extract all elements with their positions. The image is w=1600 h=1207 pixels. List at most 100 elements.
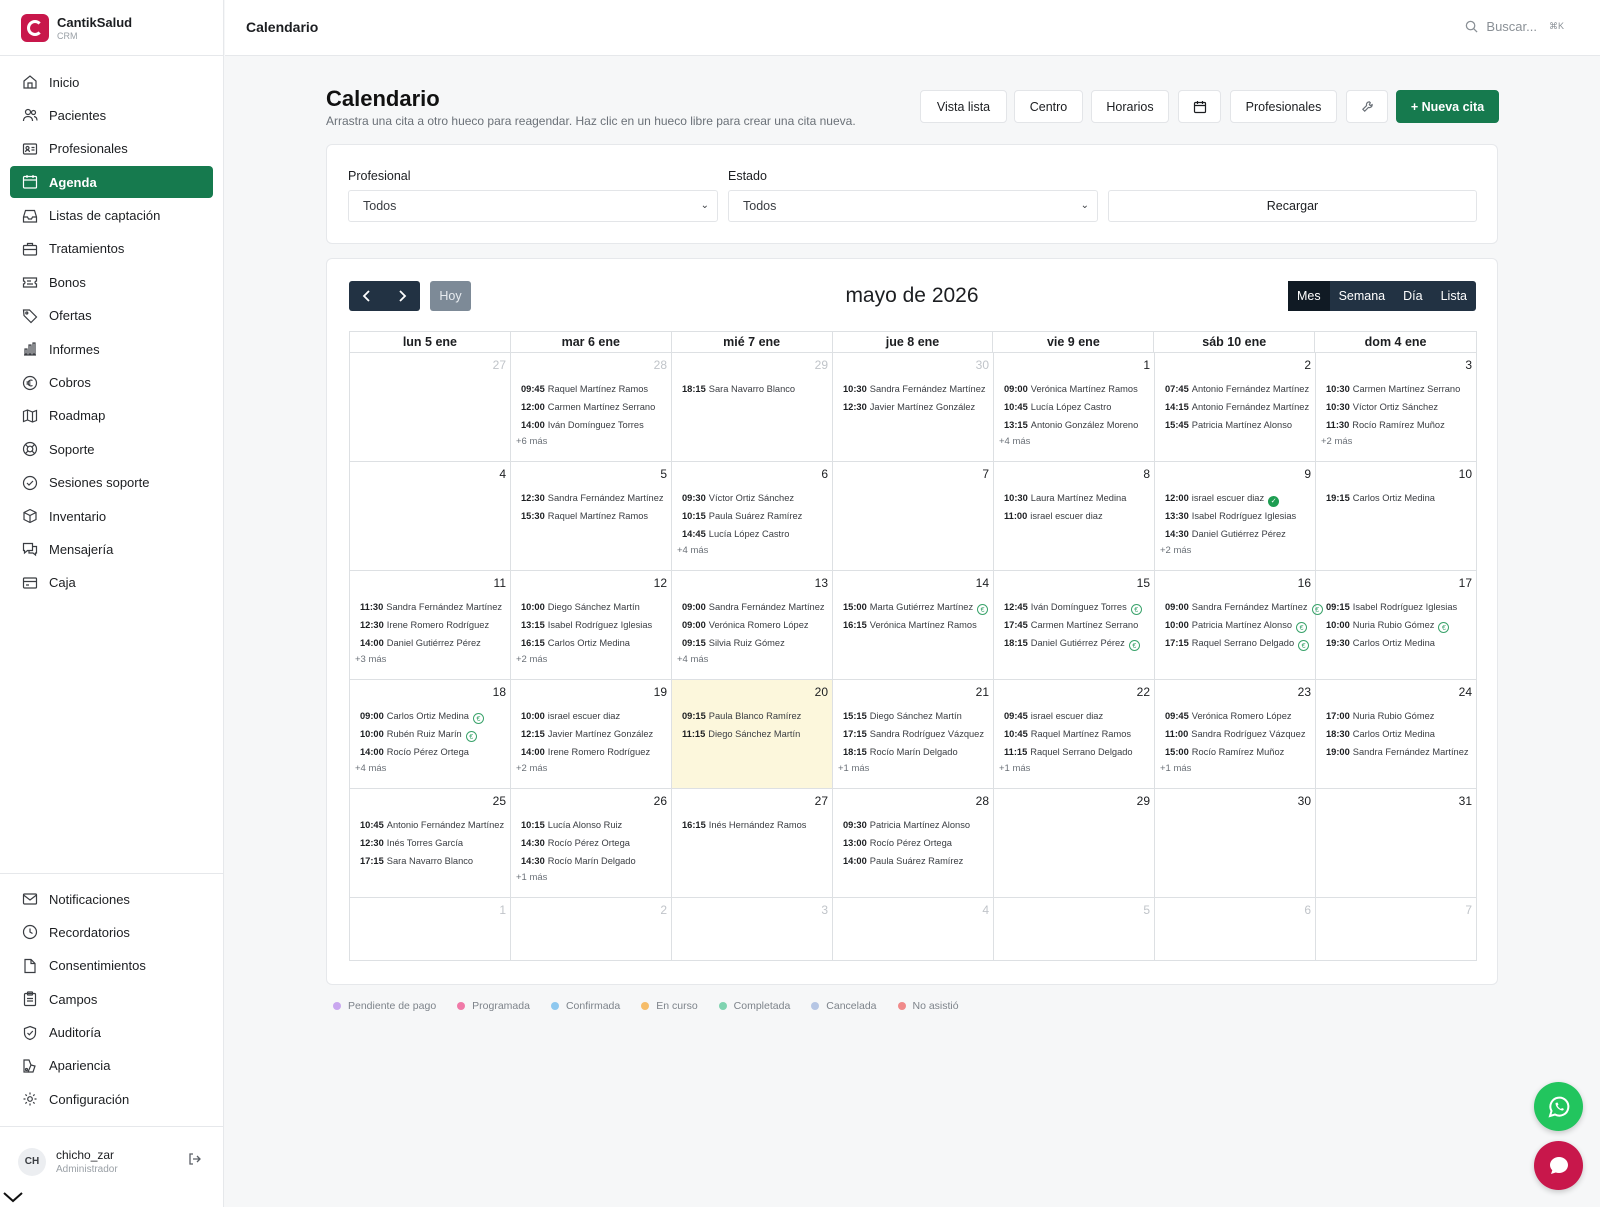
appointment-event[interactable]: 17:00 Nuria Rubio Gómez [1326, 707, 1516, 725]
day-cell[interactable]: 6 09:30 Víctor Ortiz Sánchez 10:15 Paula Suá… [672, 462, 833, 570]
appointment-event[interactable]: 11:30 Rocío Ramírez Muñoz [1326, 416, 1516, 434]
day-number[interactable]: 6 [821, 467, 828, 481]
day-cell[interactable]: 31 [1316, 789, 1477, 897]
sidebar-item-sesiones-soporte[interactable]: Sesiones soporte [10, 467, 213, 499]
day-cell[interactable]: 27 16:15 Inés Hernández Ramos [672, 789, 833, 897]
day-cell[interactable]: 3 [672, 898, 833, 960]
view-semana[interactable]: Semana [1330, 281, 1395, 311]
day-number[interactable]: 30 [1298, 794, 1311, 808]
day-number[interactable]: 3 [1465, 358, 1472, 372]
day-number[interactable]: 19 [654, 685, 667, 699]
day-number[interactable]: 6 [1304, 903, 1311, 917]
day-cell[interactable]: 22 09:45 israel escuer diaz 10:45 Raquel Mar… [994, 680, 1155, 788]
day-cell[interactable]: 29 [994, 789, 1155, 897]
new-appointment-button[interactable]: + Nueva cita [1396, 90, 1499, 123]
sidebar-item-informes[interactable]: Informes [10, 333, 213, 365]
day-number[interactable]: 7 [982, 467, 989, 481]
sidebar-item-mensajeria[interactable]: Mensajería [10, 533, 213, 565]
day-number[interactable]: 9 [1304, 467, 1311, 481]
day-number[interactable]: 15 [1137, 576, 1150, 590]
day-cell[interactable]: 30 [1155, 789, 1316, 897]
appointment-event[interactable]: 09:15 Isabel Rodríguez Iglesias [1326, 598, 1516, 616]
day-cell[interactable]: 11 11:30 Sandra Fernández Martínez 12:30 Ire… [350, 571, 511, 679]
whatsapp-button[interactable] [1534, 1082, 1583, 1131]
appointment-event[interactable]: 10:00 Nuria Rubio Gómez € [1326, 616, 1516, 634]
appointment-event[interactable]: 19:15 Carlos Ortiz Medina [1326, 489, 1516, 507]
day-number[interactable]: 4 [982, 903, 989, 917]
sidebar-item-tratamientos[interactable]: Tratamientos [10, 233, 213, 265]
day-cell[interactable]: 28 09:45 Raquel Martínez Ramos 12:00 Carmen … [511, 353, 672, 461]
day-number[interactable]: 24 [1459, 685, 1472, 699]
appointment-event[interactable]: 18:30 Carlos Ortiz Medina [1326, 725, 1516, 743]
sidebar-item-inventario[interactable]: Inventario [10, 500, 213, 532]
day-number[interactable]: 27 [815, 794, 828, 808]
center-button[interactable]: Centro [1014, 90, 1083, 123]
professional-select[interactable]: Todos ⌄ [348, 190, 718, 222]
sidebar-item-cobros[interactable]: Cobros [10, 367, 213, 399]
day-cell[interactable]: 1 [350, 898, 511, 960]
day-number[interactable]: 20 [815, 685, 828, 699]
day-number[interactable]: 27 [493, 358, 506, 372]
sidebar-item-consentimientos[interactable]: Consentimientos [10, 950, 213, 982]
day-cell[interactable]: 16 09:00 Sandra Fernández Martínez €10:00 Pa… [1155, 571, 1323, 679]
avatar[interactable]: CH [18, 1147, 46, 1176]
day-cell[interactable]: 5 [994, 898, 1155, 960]
day-cell[interactable]: 4 [350, 462, 511, 570]
day-number[interactable]: 18 [493, 685, 506, 699]
day-cell[interactable]: 23 09:45 Verónica Romero López 11:00 Sandra … [1155, 680, 1316, 788]
day-number[interactable]: 11 [494, 576, 506, 590]
day-cell[interactable]: 9 12:00 israel escuer diaz ✓ 13:30 Isabel Rod… [1155, 462, 1316, 570]
more-events-link[interactable]: +2 más [1321, 434, 1516, 450]
day-cell[interactable]: 15 12:45 Iván Domínguez Torres €17:45 Carmen… [994, 571, 1155, 679]
day-number[interactable]: 25 [493, 794, 506, 808]
day-cell[interactable]: 2 07:45 Antonio Fernández Martínez 14:15 Ant… [1155, 353, 1316, 461]
day-cell[interactable]: 1 09:00 Verónica Martínez Ramos 10:45 Lucía … [994, 353, 1155, 461]
sidebar-item-auditoria[interactable]: Auditoría [10, 1017, 213, 1049]
day-cell[interactable]: 7 [1316, 898, 1477, 960]
day-number[interactable]: 23 [1298, 685, 1311, 699]
day-cell[interactable]: 24 17:00 Nuria Rubio Gómez 18:30 Carlos Orti… [1316, 680, 1477, 788]
day-cell[interactable]: 25 10:45 Antonio Fernández Martínez 12:30 In… [350, 789, 511, 897]
day-number[interactable]: 4 [499, 467, 506, 481]
day-number[interactable]: 17 [1459, 576, 1472, 590]
day-number[interactable]: 5 [660, 467, 667, 481]
day-number[interactable]: 5 [1143, 903, 1150, 917]
day-cell[interactable]: 27 [350, 353, 511, 461]
day-cell[interactable]: 5 12:30 Sandra Fernández Martínez 15:30 Raqu… [511, 462, 672, 570]
sidebar-item-profesionales[interactable]: Profesionales [10, 133, 213, 165]
day-number[interactable]: 28 [976, 794, 989, 808]
day-number[interactable]: 2 [660, 903, 667, 917]
day-number[interactable]: 28 [654, 358, 667, 372]
day-number[interactable]: 12 [654, 576, 667, 590]
chevron-down-icon[interactable] [2, 1190, 24, 1204]
sidebar-item-soporte[interactable]: Soporte [10, 433, 213, 465]
appointment-event[interactable]: 10:30 Carmen Martínez Serrano [1326, 380, 1516, 398]
day-number[interactable]: 10 [1459, 467, 1472, 481]
chat-support-button[interactable] [1534, 1141, 1583, 1190]
logout-icon[interactable] [187, 1151, 203, 1167]
day-number[interactable]: 13 [815, 576, 828, 590]
sidebar-item-pacientes[interactable]: Pacientes [10, 99, 213, 131]
day-cell[interactable]: 8 10:30 Laura Martínez Medina 11:00 israel e… [994, 462, 1155, 570]
list-view-button[interactable]: Vista lista [920, 90, 1007, 123]
day-number[interactable]: 14 [976, 576, 989, 590]
day-cell[interactable]: 2 [511, 898, 672, 960]
day-cell[interactable]: 4 [833, 898, 994, 960]
day-number[interactable]: 3 [821, 903, 828, 917]
day-number[interactable]: 16 [1298, 576, 1311, 590]
day-number[interactable]: 30 [976, 358, 989, 372]
day-cell[interactable]: 10 19:15 Carlos Ortiz Medina [1316, 462, 1477, 570]
day-number[interactable]: 29 [1137, 794, 1150, 808]
day-cell[interactable]: 14 15:00 Marta Gutiérrez Martínez €16:15 Ver… [833, 571, 994, 679]
day-number[interactable]: 22 [1137, 685, 1150, 699]
date-picker-button[interactable] [1178, 90, 1221, 123]
day-number[interactable]: 8 [1143, 467, 1150, 481]
day-cell[interactable]: 30 10:30 Sandra Fernández Martínez 12:30 Jav… [833, 353, 994, 461]
day-cell[interactable]: 21 15:15 Diego Sánchez Martín 17:15 Sandra R… [833, 680, 994, 788]
professionals-button[interactable]: Profesionales [1230, 90, 1337, 123]
day-cell[interactable]: 28 09:30 Patricia Martínez Alonso 13:00 Rocí… [833, 789, 994, 897]
brand[interactable]: CantikSalud CRM [0, 0, 223, 56]
sidebar-item-roadmap[interactable]: Roadmap [10, 400, 213, 432]
day-number[interactable]: 1 [1143, 358, 1150, 372]
sidebar-item-recordatorios[interactable]: Recordatorios [10, 916, 213, 948]
